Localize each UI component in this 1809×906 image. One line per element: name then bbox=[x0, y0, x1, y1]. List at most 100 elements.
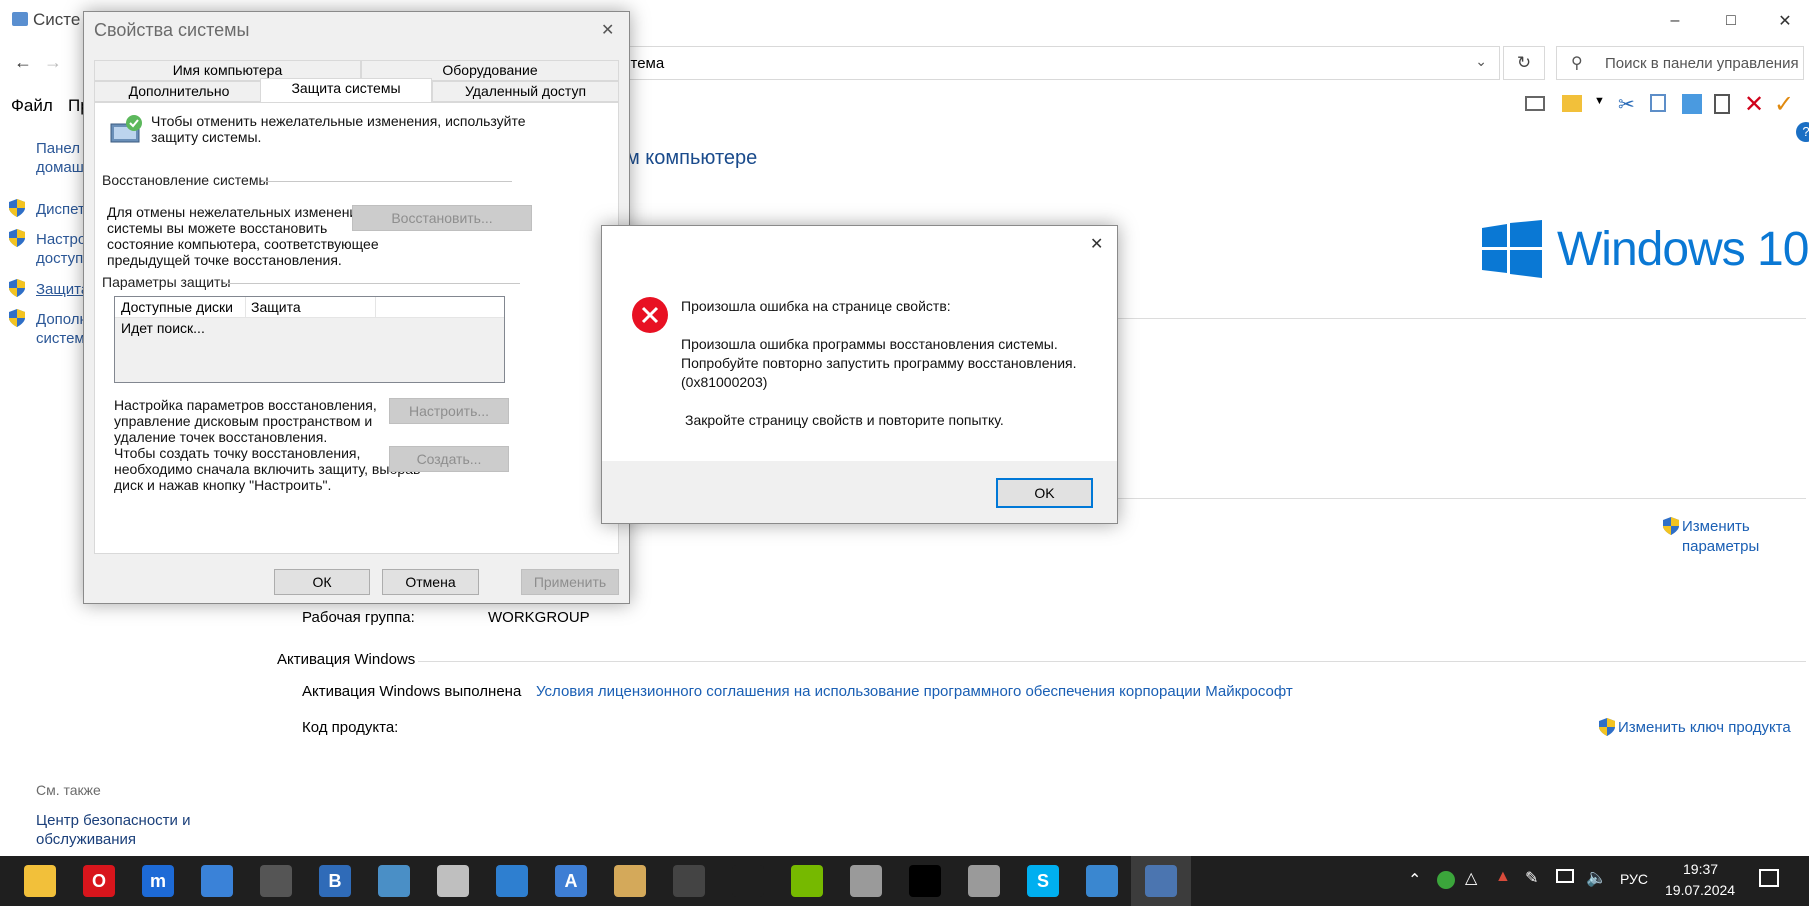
apply-button[interactable]: Применить bbox=[521, 569, 619, 595]
system-properties-icon[interactable] bbox=[1145, 865, 1177, 897]
tab-advanced[interactable]: Дополнительно bbox=[94, 81, 264, 102]
clock-date[interactable]: 19.07.2024 bbox=[1665, 882, 1735, 898]
protection-section-title: Параметры защиты bbox=[102, 274, 231, 290]
drives-table[interactable]: Доступные диски Защита Идет поиск... bbox=[114, 296, 505, 383]
chat-icon[interactable] bbox=[968, 865, 1000, 897]
sidebar-item-advanced[interactable]: Дополн систем bbox=[36, 310, 88, 348]
taskbar: Om B A S ⌃ △ ▲ ✎ 🔈 РУС 19:37 19.07.2024 bbox=[0, 856, 1809, 906]
checkmark-icon[interactable]: ✓ bbox=[1774, 90, 1794, 119]
searching-status: Идет поиск... bbox=[121, 320, 205, 336]
uac-shield-icon bbox=[1599, 718, 1615, 736]
error-heading: Произошла ошибка на странице свойств: bbox=[681, 298, 951, 314]
license-terms-link[interactable]: Условия лицензионного соглашения на испо… bbox=[536, 683, 1293, 700]
uac-shield-icon bbox=[9, 279, 25, 297]
vk-browser-icon[interactable]: B bbox=[319, 865, 351, 897]
restore-section-title: Восстановление системы bbox=[102, 172, 269, 188]
product-key-label: Код продукта: bbox=[302, 719, 399, 736]
tab-system-protection[interactable]: Защита системы bbox=[260, 78, 432, 103]
search-input[interactable]: Поиск в панели управления bbox=[1605, 55, 1799, 72]
divider bbox=[225, 283, 520, 284]
change-params-link[interactable]: Изменить параметры bbox=[1682, 517, 1759, 557]
ok-button[interactable]: ОК bbox=[274, 569, 370, 595]
notebook-icon[interactable] bbox=[496, 865, 528, 897]
workgroup-value: WORKGROUP bbox=[488, 609, 590, 626]
minimize-button[interactable]: – bbox=[1655, 6, 1695, 36]
wordpad-icon[interactable]: A bbox=[555, 865, 587, 897]
paint-icon[interactable] bbox=[614, 865, 646, 897]
security-tray-icon[interactable] bbox=[1437, 871, 1455, 889]
sidebar-item-system-protection[interactable]: Защита bbox=[36, 280, 89, 299]
copy-icon[interactable] bbox=[1650, 94, 1666, 112]
monitor-app-icon[interactable] bbox=[850, 865, 882, 897]
column-header-protection[interactable]: Защита bbox=[251, 299, 301, 315]
back-arrow-icon[interactable]: ← bbox=[14, 52, 32, 73]
circle-app-icon[interactable] bbox=[732, 865, 764, 897]
error-icon bbox=[631, 296, 669, 334]
network-icon[interactable] bbox=[1556, 869, 1574, 883]
calculator-icon[interactable] bbox=[673, 865, 705, 897]
uac-shield-icon bbox=[9, 309, 25, 327]
skype-icon[interactable]: S bbox=[1027, 865, 1059, 897]
search-box[interactable]: ⚲ Поиск в панели управления bbox=[1556, 46, 1804, 80]
divider bbox=[262, 181, 512, 182]
close-button[interactable]: ✕ bbox=[1765, 6, 1805, 36]
grid-icon[interactable] bbox=[1682, 94, 1702, 114]
close-icon[interactable]: ✕ bbox=[601, 20, 614, 40]
cancel-button[interactable]: Отмена bbox=[382, 569, 479, 595]
address-bar[interactable]: стема ⌄ bbox=[620, 46, 1500, 80]
close-icon[interactable]: ✕ bbox=[1090, 234, 1103, 254]
app-tray-icon[interactable]: △ bbox=[1465, 868, 1477, 888]
cmd-icon[interactable] bbox=[909, 865, 941, 897]
clock-time[interactable]: 19:37 bbox=[1683, 861, 1718, 877]
search-icon: ⚲ bbox=[1571, 55, 1583, 72]
notifications-icon[interactable] bbox=[1759, 869, 1779, 887]
ok-button[interactable]: OK bbox=[996, 478, 1093, 508]
dropdown-icon[interactable]: ▼ bbox=[1594, 95, 1605, 107]
sidebar-item-device-manager[interactable]: Диспет bbox=[36, 200, 85, 219]
opera-icon[interactable]: O bbox=[83, 865, 115, 897]
volume-icon[interactable]: 🔈 bbox=[1586, 868, 1607, 888]
windows-logo-text: Windows 10 bbox=[1557, 223, 1809, 276]
nvidia-icon[interactable] bbox=[791, 865, 823, 897]
clipboard-icon[interactable] bbox=[1714, 94, 1730, 114]
security-center-link[interactable]: Центр безопасности и обслуживания bbox=[36, 811, 190, 849]
control-panel-icon[interactable] bbox=[1086, 865, 1118, 897]
error-code: (0x81000203) bbox=[681, 374, 768, 390]
refresh-button[interactable]: ↻ bbox=[1503, 46, 1545, 80]
toolbar: ▼ ✂ ✕ ✓ bbox=[1520, 90, 1809, 119]
delete-icon[interactable]: ✕ bbox=[1744, 90, 1764, 119]
folder-icon[interactable] bbox=[1562, 95, 1582, 112]
chevron-down-icon[interactable]: ⌄ bbox=[1475, 53, 1487, 70]
help-icon[interactable]: ? bbox=[1796, 122, 1809, 142]
restore-button[interactable]: Восстановить... bbox=[352, 205, 532, 231]
chevron-up-icon[interactable]: ⌃ bbox=[1408, 870, 1421, 890]
layout-icon[interactable] bbox=[1525, 96, 1545, 111]
pen-tray-icon[interactable]: ✎ bbox=[1525, 868, 1538, 888]
globe-icon[interactable] bbox=[201, 865, 233, 897]
create-button[interactable]: Создать... bbox=[389, 446, 509, 472]
language-indicator[interactable]: РУС bbox=[1620, 871, 1648, 887]
uac-shield-icon bbox=[9, 199, 25, 217]
maxthon-icon[interactable]: m bbox=[142, 865, 174, 897]
change-product-key-link[interactable]: Изменить ключ продукта bbox=[1618, 719, 1791, 736]
scissors-icon[interactable]: ✂ bbox=[1618, 92, 1635, 117]
column-divider bbox=[375, 297, 376, 317]
app-tray-icon[interactable]: ▲ bbox=[1495, 868, 1511, 886]
restore-description: Для отмены нежелательных изменений систе… bbox=[107, 204, 379, 268]
file-explorer-icon[interactable] bbox=[24, 865, 56, 897]
menu-file[interactable]: Файл bbox=[11, 96, 53, 116]
maximize-button[interactable]: □ bbox=[1711, 6, 1751, 36]
forward-arrow-icon[interactable]: → bbox=[44, 52, 62, 73]
column-header-drives[interactable]: Доступные диски bbox=[121, 299, 233, 315]
column-divider bbox=[245, 297, 246, 317]
tab-remote-access[interactable]: Удаленный доступ bbox=[432, 81, 619, 102]
book-app-icon[interactable] bbox=[378, 865, 410, 897]
system-protection-icon bbox=[110, 114, 144, 146]
sidebar-item-home[interactable]: Панел домаш bbox=[36, 139, 84, 177]
error-instruction: Закройте страницу свойств и повторите по… bbox=[685, 412, 1004, 428]
configure-button[interactable]: Настроить... bbox=[389, 398, 509, 424]
system-properties-dialog: Свойства системы ✕ Имя компьютера Оборуд… bbox=[83, 11, 630, 604]
page-heading: м компьютере bbox=[626, 147, 758, 169]
mpc-icon[interactable] bbox=[260, 865, 292, 897]
notepad-icon[interactable] bbox=[437, 865, 469, 897]
